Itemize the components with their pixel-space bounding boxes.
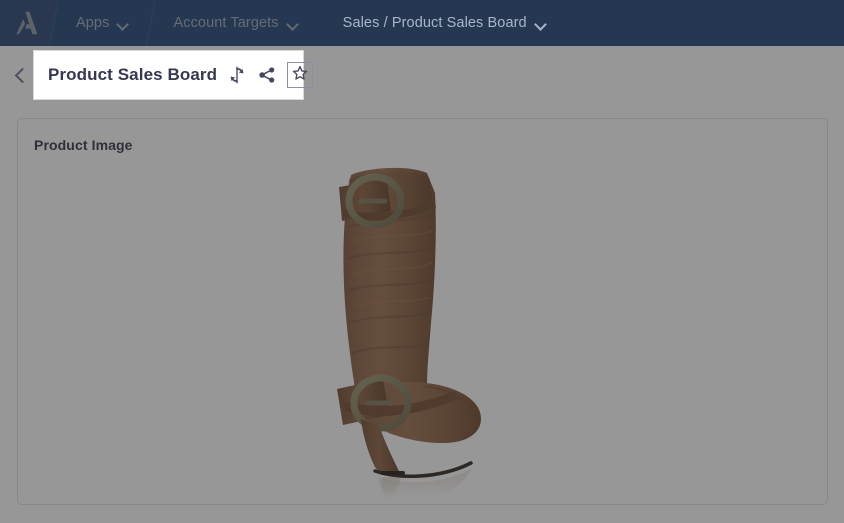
app-window: Apps Account Targets Sales / Product Sal…: [0, 0, 844, 523]
product-image-card: Product Image: [17, 118, 828, 505]
nav-tab-account-targets[interactable]: Account Targets: [151, 0, 320, 46]
nav-tab-apps-label: Apps: [76, 14, 110, 31]
product-image: [18, 163, 829, 503]
board-title-panel: Product Sales Board: [33, 50, 314, 100]
favorite-button[interactable]: [287, 62, 314, 88]
top-navigation-bar: Apps Account Targets Sales / Product Sal…: [0, 0, 844, 46]
page-title: Product Sales Board: [48, 65, 218, 84]
app-logo[interactable]: [0, 0, 54, 46]
chevron-down-icon[interactable]: [536, 20, 547, 27]
boot-illustration: [309, 163, 539, 503]
share-icon[interactable]: [257, 65, 277, 85]
anaplan-a-logo-icon: [16, 11, 38, 35]
nav-tab-apps[interactable]: Apps: [54, 0, 151, 46]
card-title: Product Image: [34, 137, 133, 153]
refresh-icon[interactable]: [227, 65, 247, 85]
star-icon: [292, 65, 308, 86]
nav-tab-sales-product-sales-board[interactable]: Sales / Product Sales Board: [321, 0, 569, 46]
chevron-down-icon[interactable]: [118, 20, 129, 27]
nav-tab-list: Apps Account Targets Sales / Product Sal…: [54, 0, 569, 46]
chevron-down-icon[interactable]: [288, 20, 299, 27]
nav-tab-sales-product-sales-board-label: Sales / Product Sales Board: [342, 14, 527, 31]
back-button[interactable]: [12, 62, 30, 88]
page-body: Product Image: [0, 46, 844, 523]
nav-tab-account-targets-label: Account Targets: [173, 14, 279, 31]
